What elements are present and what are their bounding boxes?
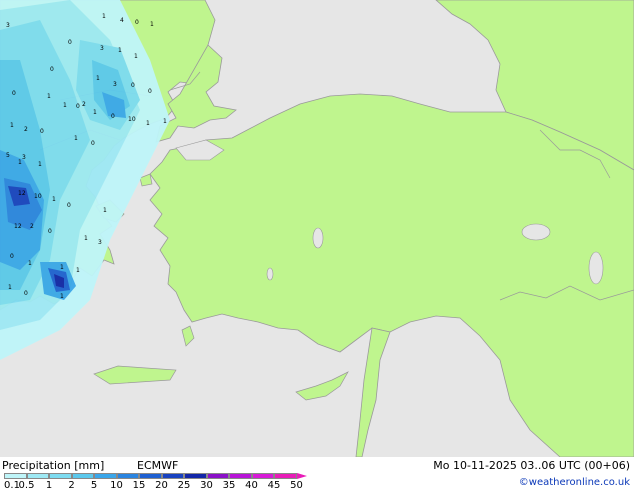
- legend-swatch: [274, 473, 297, 479]
- legend-tick-label: 25: [177, 480, 191, 491]
- precip-value-label: 0: [40, 128, 44, 135]
- precip-value-label: 1: [60, 264, 64, 271]
- lake-van: [521, 223, 551, 241]
- legend-swatch: [49, 473, 72, 479]
- legend-arrow: [296, 473, 307, 479]
- legend-swatch: [184, 473, 207, 479]
- lake-beysehir: [266, 267, 274, 281]
- precip-value-label: 0: [50, 66, 54, 73]
- precip-value-label: 3: [113, 81, 117, 88]
- precip-value-label: 0: [67, 202, 71, 209]
- precip-value-label: 1: [60, 293, 64, 300]
- precip-value-label: 0: [68, 39, 72, 46]
- precip-value-label: 2: [82, 101, 86, 108]
- precip-value-label: 3: [98, 239, 102, 246]
- precip-value-label: 0: [48, 228, 52, 235]
- precip-value-label: 1: [10, 122, 14, 129]
- legend-swatch: [229, 473, 252, 479]
- precip-value-label: 3: [22, 154, 26, 161]
- legend-tick-label: 45: [267, 480, 281, 491]
- precip-value-label: 3: [6, 22, 10, 29]
- precip-value-label: 1: [76, 267, 80, 274]
- precip-value-label: 12: [14, 223, 22, 230]
- precip-value-label: 1: [134, 53, 138, 60]
- legend-swatch: [139, 473, 162, 479]
- precip-value-label: 2: [24, 126, 28, 133]
- precip-value-label: 0: [131, 82, 135, 89]
- precip-value-label: 5: [6, 152, 10, 159]
- lake-urmia: [588, 251, 604, 285]
- precip-value-label: 1: [84, 235, 88, 242]
- precip-value-label: 1: [8, 284, 12, 291]
- credit-link[interactable]: ©weatheronline.co.uk: [519, 476, 630, 489]
- legend-swatch: [251, 473, 274, 479]
- precip-value-label: 12: [18, 190, 26, 197]
- precip-value-label: 1: [52, 196, 56, 203]
- precip-value-label: 0: [12, 90, 16, 97]
- legend-tick-label: 30: [200, 480, 213, 491]
- model-name: ECMWF: [137, 459, 179, 472]
- legend-tick-label: 5: [90, 480, 98, 491]
- precip-value-label: 1: [74, 135, 78, 142]
- legend-tick-label: 1: [45, 480, 53, 491]
- legend-tick-label: 50: [290, 480, 303, 491]
- legend-tick-label: 35: [222, 480, 236, 491]
- precip-value-label: 0: [76, 103, 80, 110]
- precip-value-label: 0: [10, 253, 14, 260]
- legend-tick-label: 15: [132, 480, 146, 491]
- map-title: Precipitation [mm]: [2, 459, 105, 472]
- precip-value-label: 0: [148, 88, 152, 95]
- precip-value-label: 1: [118, 47, 122, 54]
- legend-swatch: [4, 473, 27, 479]
- color-legend: 0.1 0.5 1 2 5 10 15 20 25 30 35 40 45 50: [4, 473, 330, 491]
- precip-value-label: 1: [102, 13, 106, 20]
- precip-value-label: 0: [135, 19, 139, 26]
- legend-tick-label: 40: [245, 480, 258, 491]
- precip-value-label: 1: [47, 93, 51, 100]
- legend-swatch: [26, 473, 49, 479]
- precip-value-label: 1: [38, 161, 42, 168]
- precip-value-label: 1: [150, 21, 154, 28]
- precip-value-label: 4: [120, 17, 124, 24]
- legend-tick-label: 10: [110, 480, 123, 491]
- precip-value-label: 1: [146, 120, 150, 127]
- legend-swatch: [206, 473, 229, 479]
- precip-value-label: 0: [24, 290, 28, 297]
- legend-tick-label: 0.5: [18, 480, 35, 491]
- legend-swatch: [161, 473, 184, 479]
- precip-value-label: 1: [93, 109, 97, 116]
- precip-value-label: 1: [96, 75, 100, 82]
- precip-value-label: 3: [100, 45, 104, 52]
- legend-swatch: [71, 473, 94, 479]
- precip-value-label: 0: [111, 113, 115, 120]
- footer-bar: Precipitation [mm] ECMWF Mo 10-11-2025 0…: [0, 457, 634, 491]
- legend-swatch: [116, 473, 139, 479]
- precip-value-label: 2: [30, 223, 34, 230]
- legend-swatch: [94, 473, 117, 479]
- precip-value-label: 1: [63, 102, 67, 109]
- lake-tuz: [312, 227, 324, 249]
- legend-tick-label: 2: [68, 480, 75, 491]
- valid-time: Mo 10-11-2025 03..06 UTC (00+06): [433, 459, 630, 472]
- precipitation-map[interactable]: 3 0 1 4 0 1 3 1 1 0 0 1 2 1 0 0 0 3 1 1 0 10 1 1 1 2 0 1 0 1 5 3 1 12 10 1 0…: [0, 0, 634, 457]
- precip-value-label: 1: [163, 118, 167, 125]
- precip-value-label: 1: [28, 260, 32, 267]
- precip-value-label: 10: [34, 193, 42, 200]
- legend-tick-label: 20: [155, 480, 168, 491]
- precip-value-label: 1: [103, 207, 107, 214]
- precip-value-label: 0: [91, 140, 95, 147]
- precip-value-label: 10: [128, 116, 136, 123]
